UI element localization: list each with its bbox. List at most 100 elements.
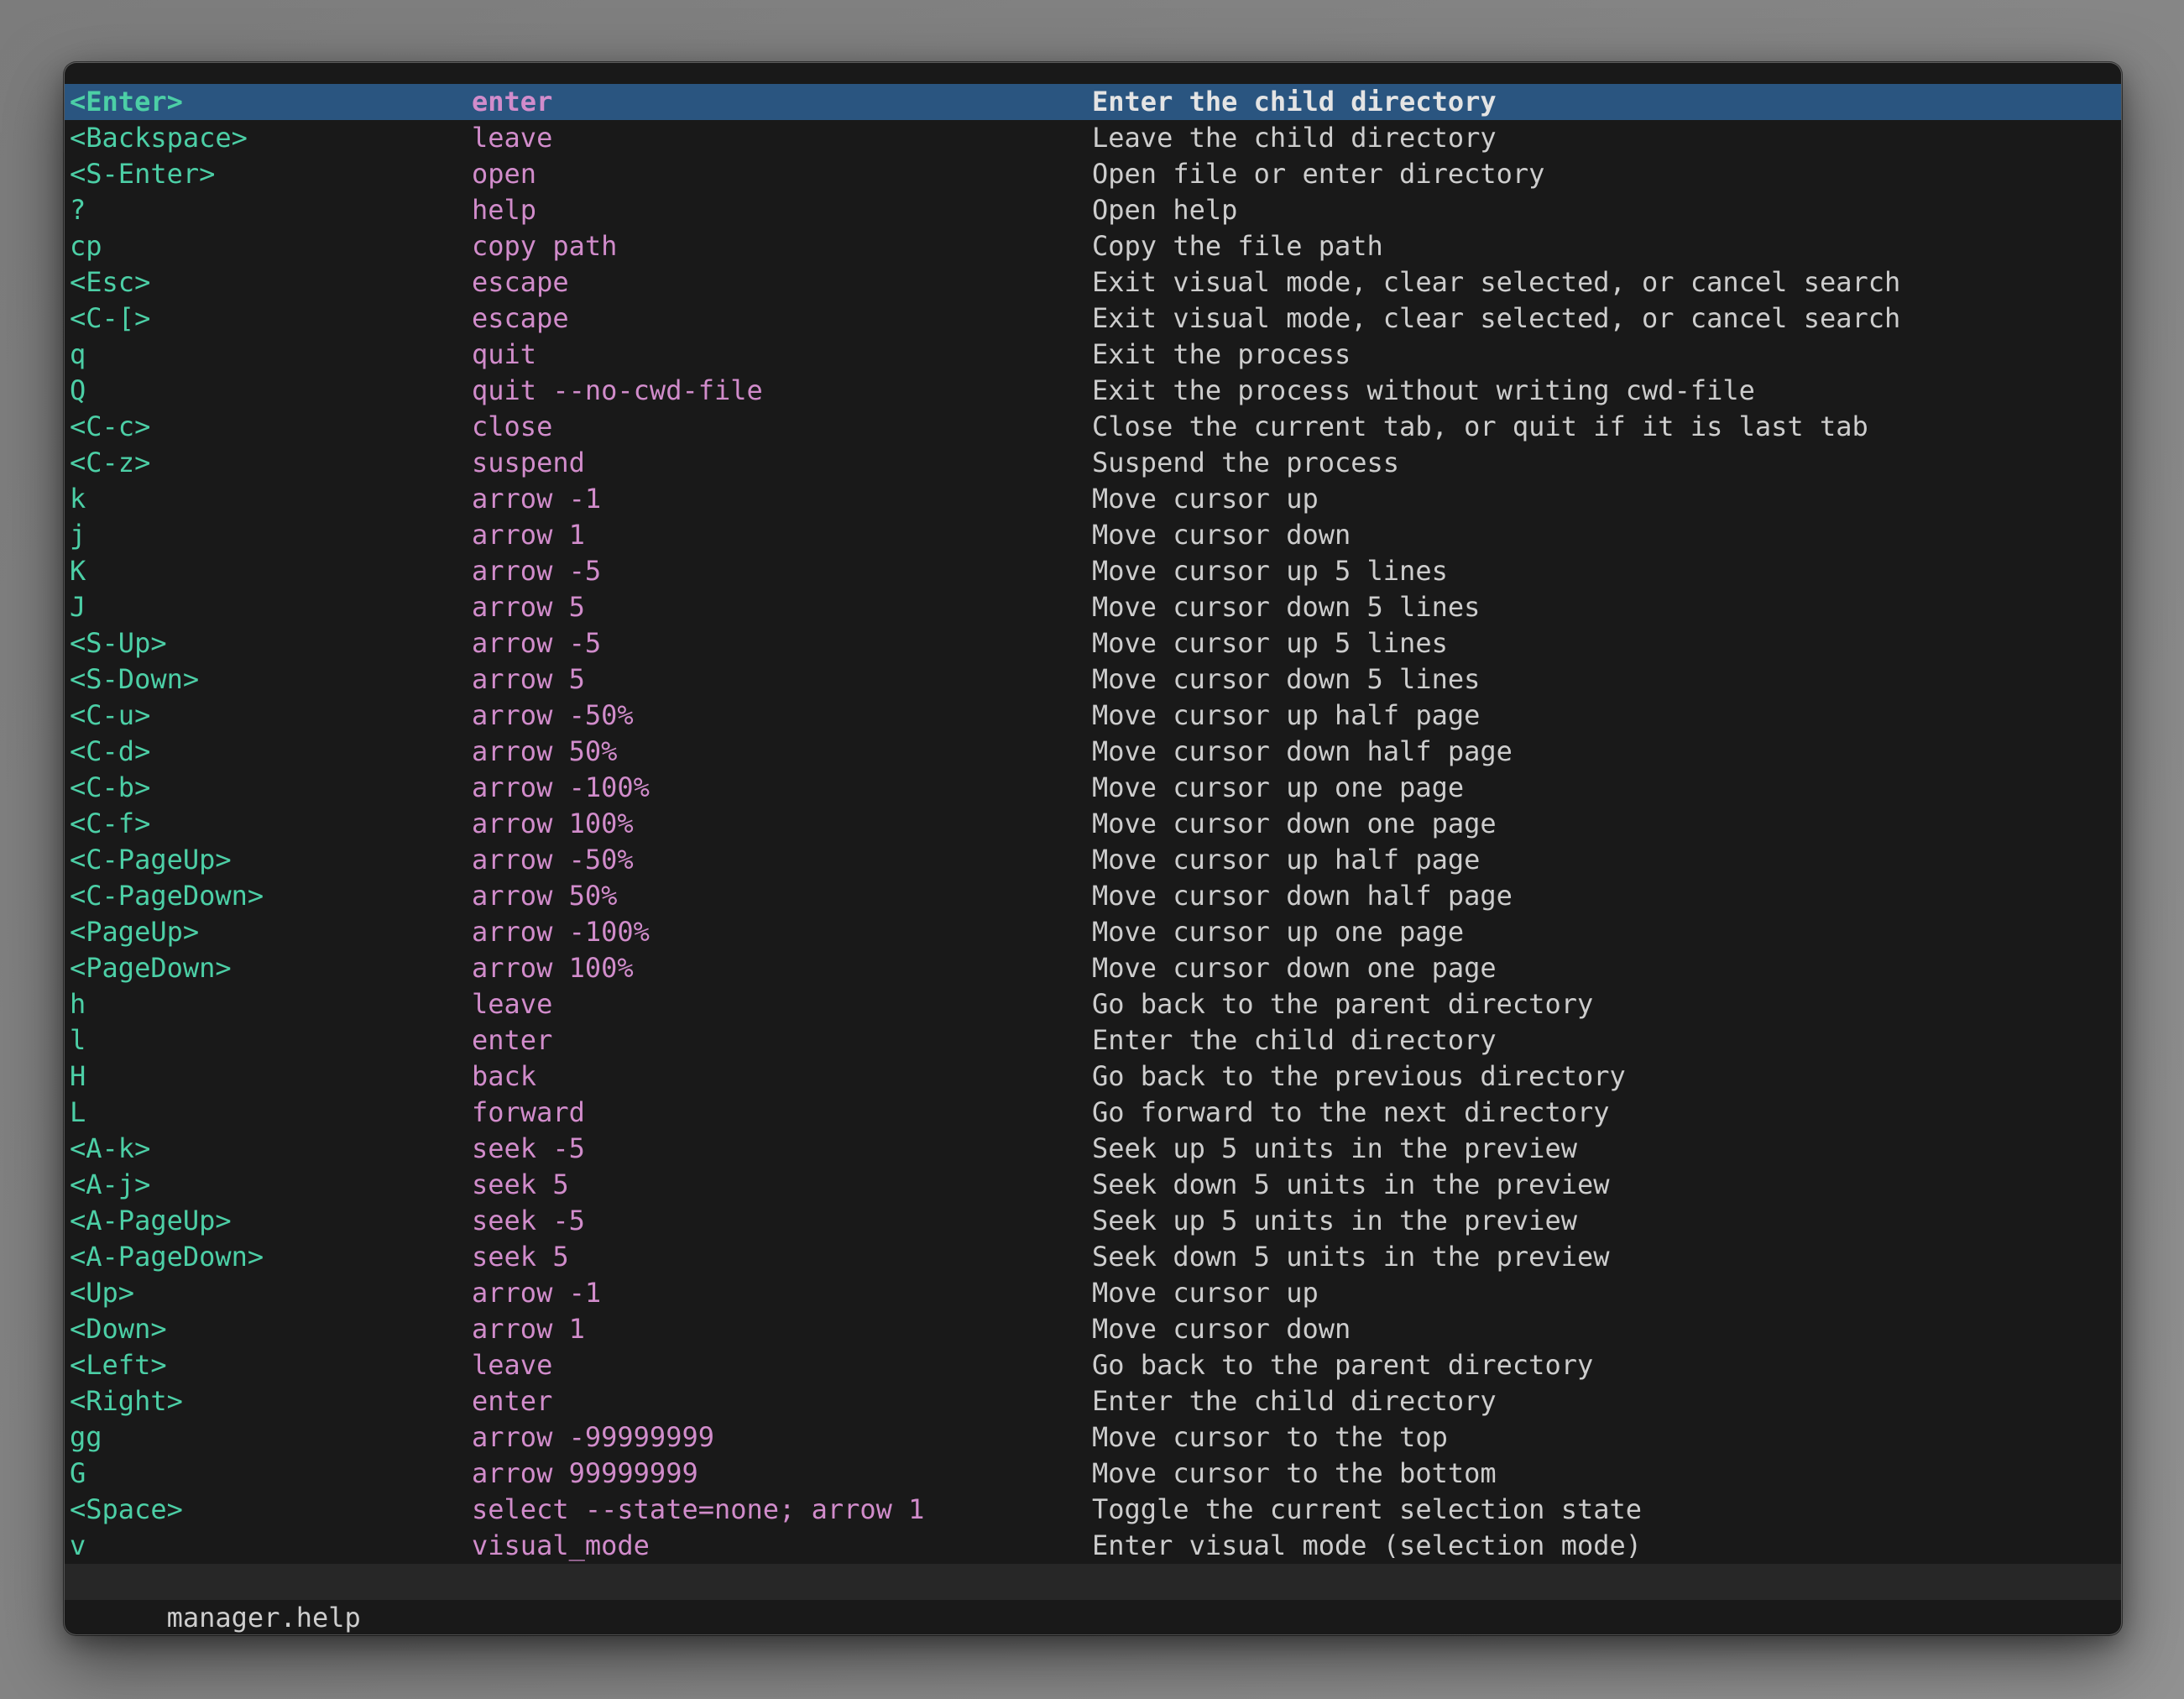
keybind-row[interactable]: ? help Open help bbox=[65, 192, 2121, 228]
command-cell: arrow -50% bbox=[472, 842, 1092, 878]
key-cell: ? bbox=[70, 192, 472, 228]
description-cell: Move cursor to the bottom bbox=[1092, 1456, 2116, 1492]
key-cell: <Esc> bbox=[70, 264, 472, 301]
keybind-row[interactable]: <Right> enter Enter the child directory bbox=[65, 1383, 2121, 1419]
command-cell: enter bbox=[472, 1022, 1092, 1059]
keybind-row[interactable]: gg arrow -99999999 Move cursor to the to… bbox=[65, 1419, 2121, 1456]
description-cell: Exit the process bbox=[1092, 337, 2116, 373]
key-cell: <C-z> bbox=[70, 445, 472, 481]
description-cell: Close the current tab, or quit if it is … bbox=[1092, 409, 2116, 445]
key-cell: <Left> bbox=[70, 1347, 472, 1383]
keybind-row[interactable]: <Enter> enter Enter the child directory bbox=[65, 84, 2121, 120]
keybind-row[interactable]: <PageUp> arrow -100% Move cursor up one … bbox=[65, 914, 2121, 950]
command-cell: help bbox=[472, 192, 1092, 228]
command-cell: copy path bbox=[472, 228, 1092, 264]
description-cell: Move cursor up one page bbox=[1092, 914, 2116, 950]
description-cell: Move cursor down bbox=[1092, 517, 2116, 553]
key-cell: h bbox=[70, 986, 472, 1022]
key-cell: <C-PageUp> bbox=[70, 842, 472, 878]
key-cell: <C-c> bbox=[70, 409, 472, 445]
command-cell: seek -5 bbox=[472, 1131, 1092, 1167]
keybind-row[interactable]: <Esc> escape Exit visual mode, clear sel… bbox=[65, 264, 2121, 301]
description-cell: Move cursor down 5 lines bbox=[1092, 661, 2116, 698]
command-cell: open bbox=[472, 156, 1092, 192]
keybind-row[interactable]: <Backspace> leave Leave the child direct… bbox=[65, 120, 2121, 156]
keybind-row[interactable]: G arrow 99999999 Move cursor to the bott… bbox=[65, 1456, 2121, 1492]
command-cell: back bbox=[472, 1059, 1092, 1095]
description-cell: Go back to the previous directory bbox=[1092, 1059, 2116, 1095]
key-cell: gg bbox=[70, 1419, 472, 1456]
keybind-row[interactable]: <A-k> seek -5 Seek up 5 units in the pre… bbox=[65, 1131, 2121, 1167]
keybind-row[interactable]: q quit Exit the process bbox=[65, 337, 2121, 373]
keybind-row[interactable]: cp copy path Copy the file path bbox=[65, 228, 2121, 264]
keybind-row[interactable]: <A-PageDown> seek 5 Seek down 5 units in… bbox=[65, 1239, 2121, 1275]
keybind-row[interactable]: <S-Enter> open Open file or enter direct… bbox=[65, 156, 2121, 192]
keybind-row[interactable]: <Up> arrow -1 Move cursor up bbox=[65, 1275, 2121, 1311]
command-cell: arrow 100% bbox=[472, 950, 1092, 986]
key-cell: cp bbox=[70, 228, 472, 264]
command-cell: select --state=none; arrow 1 bbox=[472, 1492, 1092, 1528]
command-cell: seek -5 bbox=[472, 1203, 1092, 1239]
description-cell: Enter visual mode (selection mode) bbox=[1092, 1528, 2116, 1564]
command-cell: visual_mode bbox=[472, 1528, 1092, 1564]
key-cell: L bbox=[70, 1095, 472, 1131]
keybind-row[interactable]: l enter Enter the child directory bbox=[65, 1022, 2121, 1059]
keybind-row[interactable]: <C-c> close Close the current tab, or qu… bbox=[65, 409, 2121, 445]
keybind-row[interactable]: <C-PageUp> arrow -50% Move cursor up hal… bbox=[65, 842, 2121, 878]
description-cell: Go back to the parent directory bbox=[1092, 1347, 2116, 1383]
keybind-row[interactable]: K arrow -5 Move cursor up 5 lines bbox=[65, 553, 2121, 589]
command-cell: arrow 1 bbox=[472, 517, 1092, 553]
key-cell: <A-k> bbox=[70, 1131, 472, 1167]
keybind-row[interactable]: H back Go back to the previous directory bbox=[65, 1059, 2121, 1095]
keybind-row[interactable]: v visual_mode Enter visual mode (selecti… bbox=[65, 1528, 2121, 1564]
command-cell: arrow 99999999 bbox=[472, 1456, 1092, 1492]
key-cell: <C-b> bbox=[70, 770, 472, 806]
command-cell: arrow 50% bbox=[472, 878, 1092, 914]
keybind-row[interactable]: <Space> select --state=none; arrow 1 Tog… bbox=[65, 1492, 2121, 1528]
command-cell: leave bbox=[472, 120, 1092, 156]
key-cell: <C-PageDown> bbox=[70, 878, 472, 914]
command-cell: arrow -1 bbox=[472, 481, 1092, 517]
description-cell: Go back to the parent directory bbox=[1092, 986, 2116, 1022]
key-cell: H bbox=[70, 1059, 472, 1095]
keybind-row[interactable]: <S-Up> arrow -5 Move cursor up 5 lines bbox=[65, 625, 2121, 661]
keybind-row[interactable]: <A-j> seek 5 Seek down 5 units in the pr… bbox=[65, 1167, 2121, 1203]
command-cell: escape bbox=[472, 301, 1092, 337]
keybind-row[interactable]: <S-Down> arrow 5 Move cursor down 5 line… bbox=[65, 661, 2121, 698]
keybind-row[interactable]: <A-PageUp> seek -5 Seek up 5 units in th… bbox=[65, 1203, 2121, 1239]
keybind-row[interactable]: j arrow 1 Move cursor down bbox=[65, 517, 2121, 553]
description-cell: Seek down 5 units in the preview bbox=[1092, 1167, 2116, 1203]
keybind-row[interactable]: J arrow 5 Move cursor down 5 lines bbox=[65, 589, 2121, 625]
command-cell: leave bbox=[472, 1347, 1092, 1383]
keybind-row[interactable]: Q quit --no-cwd-file Exit the process wi… bbox=[65, 373, 2121, 409]
keybind-row[interactable]: <C-[> escape Exit visual mode, clear sel… bbox=[65, 301, 2121, 337]
keybind-row[interactable]: <C-z> suspend Suspend the process bbox=[65, 445, 2121, 481]
key-cell: j bbox=[70, 517, 472, 553]
command-cell: arrow -99999999 bbox=[472, 1419, 1092, 1456]
keybind-row[interactable]: <C-d> arrow 50% Move cursor down half pa… bbox=[65, 734, 2121, 770]
keybind-row[interactable]: <C-u> arrow -50% Move cursor up half pag… bbox=[65, 698, 2121, 734]
description-cell: Enter the child directory bbox=[1092, 84, 2116, 120]
description-cell: Seek up 5 units in the preview bbox=[1092, 1131, 2116, 1167]
description-cell: Exit the process without writing cwd-fil… bbox=[1092, 373, 2116, 409]
keybind-row[interactable]: h leave Go back to the parent directory bbox=[65, 986, 2121, 1022]
keybind-row[interactable]: <C-PageDown> arrow 50% Move cursor down … bbox=[65, 878, 2121, 914]
keybind-row[interactable]: <PageDown> arrow 100% Move cursor down o… bbox=[65, 950, 2121, 986]
keybind-row[interactable]: <Left> leave Go back to the parent direc… bbox=[65, 1347, 2121, 1383]
key-cell: <PageUp> bbox=[70, 914, 472, 950]
command-cell: enter bbox=[472, 84, 1092, 120]
description-cell: Move cursor down bbox=[1092, 1311, 2116, 1347]
command-cell: arrow 1 bbox=[472, 1311, 1092, 1347]
keybind-row[interactable]: <Down> arrow 1 Move cursor down bbox=[65, 1311, 2121, 1347]
key-cell: <A-PageDown> bbox=[70, 1239, 472, 1275]
key-cell: v bbox=[70, 1528, 472, 1564]
key-cell: <Space> bbox=[70, 1492, 472, 1528]
terminal-top-padding bbox=[65, 63, 2121, 84]
keybind-row[interactable]: k arrow -1 Move cursor up bbox=[65, 481, 2121, 517]
command-cell: arrow -100% bbox=[472, 914, 1092, 950]
keybind-row[interactable]: <C-b> arrow -100% Move cursor up one pag… bbox=[65, 770, 2121, 806]
command-cell: arrow 50% bbox=[472, 734, 1092, 770]
description-cell: Copy the file path bbox=[1092, 228, 2116, 264]
keybind-row[interactable]: <C-f> arrow 100% Move cursor down one pa… bbox=[65, 806, 2121, 842]
keybind-row[interactable]: L forward Go forward to the next directo… bbox=[65, 1095, 2121, 1131]
